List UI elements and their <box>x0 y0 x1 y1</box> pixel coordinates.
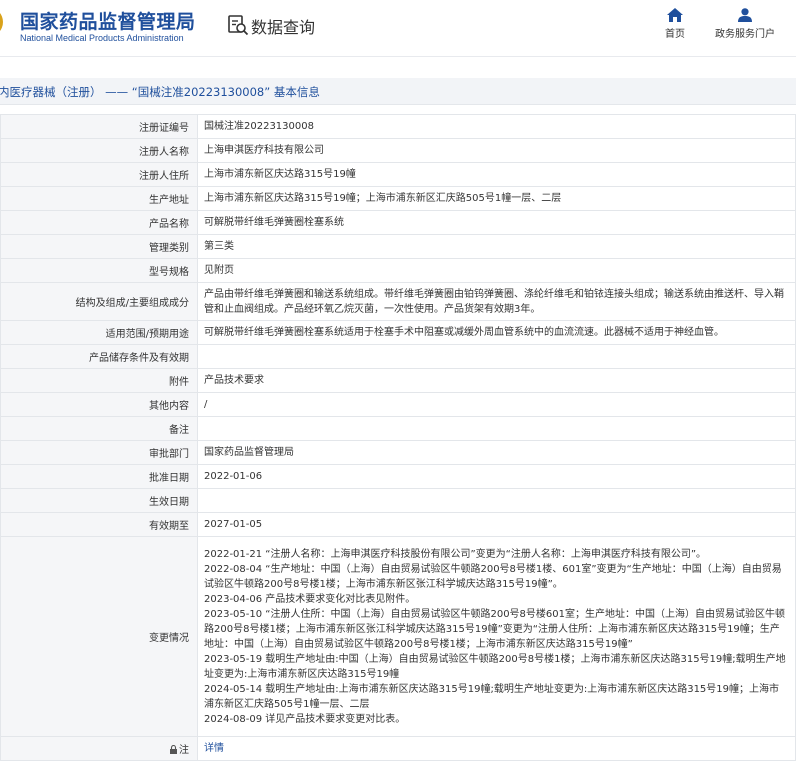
page-title: 内医疗器械（注册） —— “国械注准20223130008” 基本信息 <box>0 85 320 99</box>
table-row: 生效日期 <box>0 488 796 513</box>
site-header: 国家药品监督管理局 National Medical Products Admi… <box>0 0 796 57</box>
table-row: 注册人住所 上海市浦东新区庆达路315号19幢 <box>0 162 796 187</box>
field-value: 2027-01-05 <box>197 512 796 537</box>
field-label: 型号规格 <box>0 258 198 283</box>
field-value: 第三类 <box>197 234 796 259</box>
table-row: 产品名称 可解脱带纤维毛弹簧圈栓塞系统 <box>0 210 796 235</box>
change-entry: 2023-05-10 “注册人住所：中国（上海）自由贸易试验区牛顿路200号8号… <box>204 608 786 650</box>
field-label: 产品储存条件及有效期 <box>0 344 198 369</box>
field-label: 产品名称 <box>0 210 198 235</box>
field-value: 产品由带纤维毛弹簧圈和输送系统组成。带纤维毛弹簧圈由铂钨弹簧圈、涤纶纤维毛和铂铱… <box>197 282 796 321</box>
field-label: 注册证编号 <box>0 114 198 139</box>
nav-home-label: 首页 <box>665 29 685 40</box>
field-label: 其他内容 <box>0 392 198 417</box>
field-value: 国家药品监督管理局 <box>197 440 796 465</box>
field-value <box>197 344 796 369</box>
table-row-changes: 变更情况 2022-01-21 “注册人名称：上海申淇医疗科技股份有限公司”变更… <box>0 536 796 737</box>
field-value <box>197 488 796 513</box>
note-label: 注 <box>179 745 189 756</box>
field-label: 注册人名称 <box>0 138 198 163</box>
note-value: 详情 <box>197 736 796 761</box>
change-entry: 2024-08-09 详见产品技术要求变更对比表。 <box>204 713 406 725</box>
change-entry: 2022-01-21 “注册人名称：上海申淇医疗科技股份有限公司”变更为“注册人… <box>204 548 707 560</box>
change-entry: 2022-08-04 “生产地址：中国（上海）自由贸易试验区牛顿路200号8号楼… <box>204 563 782 590</box>
page-title-bar: 内医疗器械（注册） —— “国械注准20223130008” 基本信息 <box>0 78 796 105</box>
field-label: 注册人住所 <box>0 162 198 187</box>
field-value: / <box>197 392 796 417</box>
field-label: 管理类别 <box>0 234 198 259</box>
table-row: 有效期至 2027-01-05 <box>0 512 796 537</box>
table-row: 附件 产品技术要求 <box>0 368 796 393</box>
table-row: 管理类别 第三类 <box>0 234 796 259</box>
field-value: 可解脱带纤维毛弹簧圈栓塞系统适用于栓塞手术中阻塞或减缓外周血管系统中的血流流速。… <box>197 320 796 345</box>
field-value: 上海市浦东新区庆达路315号19幢；上海市浦东新区汇庆路505号1幢一层、二层 <box>197 186 796 211</box>
field-label: 生效日期 <box>0 488 198 513</box>
site-logo-title[interactable]: 国家药品监督管理局 <box>20 7 196 34</box>
data-query-icon <box>228 15 249 36</box>
nav-service-portal[interactable]: 政务服务门户 <box>712 8 778 40</box>
field-value: 上海市浦东新区庆达路315号19幢 <box>197 162 796 187</box>
table-row: 审批部门 国家药品监督管理局 <box>0 440 796 465</box>
field-label: 批准日期 <box>0 464 198 489</box>
home-icon <box>667 8 683 22</box>
field-label: 审批部门 <box>0 440 198 465</box>
user-icon <box>738 8 752 22</box>
site-logo-subtitle: National Medical Products Administration <box>20 33 184 43</box>
registration-detail-table: 注册证编号 国械注准20223130008 注册人名称 上海申淇医疗科技有限公司… <box>0 114 796 761</box>
lock-icon <box>170 745 177 754</box>
field-value: 国械注准20223130008 <box>197 114 796 139</box>
table-row: 注册人名称 上海申淇医疗科技有限公司 <box>0 138 796 163</box>
table-row: 适用范围/预期用途 可解脱带纤维毛弹簧圈栓塞系统适用于栓塞手术中阻塞或减缓外周血… <box>0 320 796 345</box>
table-row: 其他内容 / <box>0 392 796 417</box>
nav-service-label: 政务服务门户 <box>715 29 775 40</box>
detail-link[interactable]: 详情 <box>204 743 224 754</box>
table-row: 批准日期 2022-01-06 <box>0 464 796 489</box>
module-title: 数据查询 <box>251 18 316 37</box>
field-value: 见附页 <box>197 258 796 283</box>
change-entry: 2024-05-14 载明生产地址由:上海市浦东新区庆达路315号19幢;载明生… <box>204 683 780 710</box>
change-entry: 2023-04-06 产品技术要求变化对比表见附件。 <box>204 593 416 605</box>
nav-home[interactable]: 首页 <box>661 8 689 40</box>
table-row: 产品储存条件及有效期 <box>0 344 796 369</box>
field-value <box>197 416 796 441</box>
field-label: 生产地址 <box>0 186 198 211</box>
table-row: 注册证编号 国械注准20223130008 <box>0 114 796 139</box>
field-label: 结构及组成/主要组成成分 <box>0 282 198 321</box>
table-row: 结构及组成/主要组成成分 产品由带纤维毛弹簧圈和输送系统组成。带纤维毛弹簧圈由铂… <box>0 282 796 321</box>
field-value: 可解脱带纤维毛弹簧圈栓塞系统 <box>197 210 796 235</box>
national-emblem-icon <box>0 13 3 31</box>
field-value: 2022-01-06 <box>197 464 796 489</box>
field-label: 附件 <box>0 368 198 393</box>
table-row: 备注 <box>0 416 796 441</box>
table-row-note: 注 详情 <box>0 736 796 761</box>
attachment-value[interactable]: 产品技术要求 <box>197 368 796 393</box>
field-label: 备注 <box>0 416 198 441</box>
table-row: 生产地址 上海市浦东新区庆达路315号19幢；上海市浦东新区汇庆路505号1幢一… <box>0 186 796 211</box>
field-label: 适用范围/预期用途 <box>0 320 198 345</box>
field-value: 上海申淇医疗科技有限公司 <box>197 138 796 163</box>
field-label: 变更情况 <box>0 536 198 737</box>
table-row: 型号规格 见附页 <box>0 258 796 283</box>
change-history: 2022-01-21 “注册人名称：上海申淇医疗科技股份有限公司”变更为“注册人… <box>197 536 796 737</box>
field-label: 有效期至 <box>0 512 198 537</box>
field-label: 注 <box>0 736 198 761</box>
change-entry: 2023-05-19 载明生产地址由:中国（上海）自由贸易试验区牛顿路200号8… <box>204 653 786 680</box>
